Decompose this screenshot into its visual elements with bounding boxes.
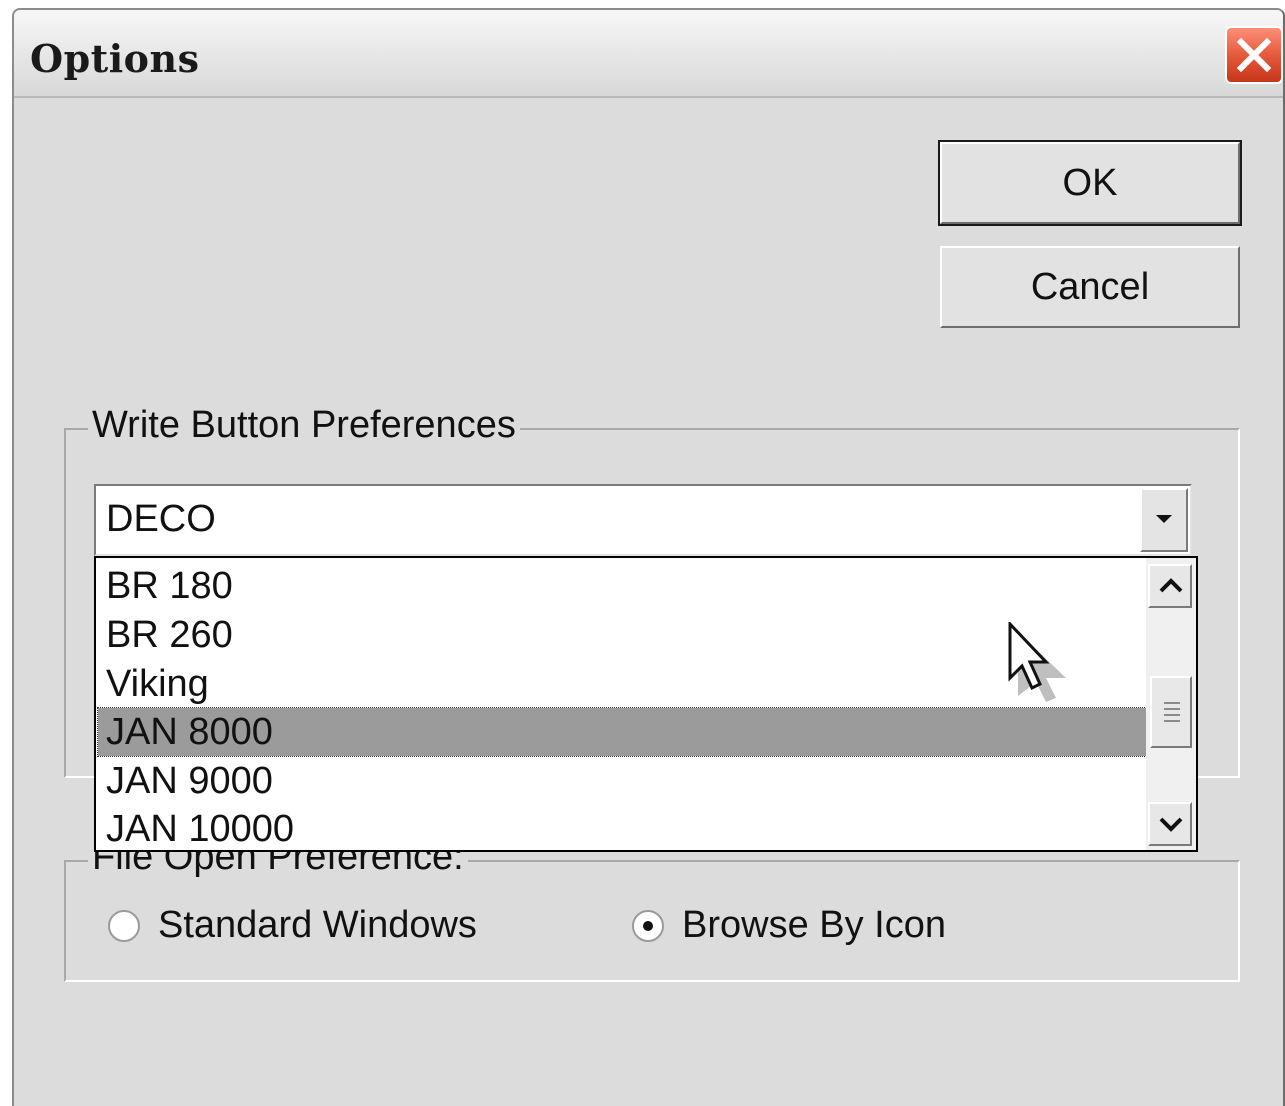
radio-standard-windows[interactable]: Standard Windows <box>108 904 477 947</box>
radio-browse-by-icon[interactable]: Browse By Icon <box>632 904 946 947</box>
close-button[interactable] <box>1225 26 1283 84</box>
scroll-thumb[interactable] <box>1150 676 1192 748</box>
radio-button-selected[interactable] <box>632 909 664 942</box>
dialog-content: OK Cancel Write Button Preferences DECO … <box>14 98 1283 1106</box>
options-dialog: Options OK Cancel Write Button Preferenc… <box>12 8 1285 1106</box>
dialog-title: Options <box>30 36 200 81</box>
combobox-dropdown-button[interactable] <box>1140 488 1188 552</box>
write-button-combobox[interactable]: DECO <box>94 484 1192 556</box>
ok-button[interactable]: OK <box>938 140 1242 226</box>
dropdown-scrollbar[interactable] <box>1146 558 1196 850</box>
mouse-pointer-icon <box>1008 622 1066 702</box>
list-item-jan-8000[interactable]: JAN 8000 <box>97 707 1155 757</box>
list-item-jan-10000[interactable]: JAN 10000 <box>102 805 1146 853</box>
grip-icon <box>1164 702 1180 722</box>
write-button-preferences-legend: Write Button Preferences <box>88 404 520 447</box>
title-bar[interactable]: Options <box>14 10 1283 98</box>
scroll-up-button[interactable] <box>1148 564 1192 608</box>
chevron-up-icon <box>1159 578 1183 593</box>
radio-dot <box>643 920 653 931</box>
write-button-dropdown-list[interactable]: BR 180 BR 260 Viking JAN 8000 JAN 9000 J… <box>94 556 1198 852</box>
close-icon <box>1237 38 1271 72</box>
list-item-viking[interactable]: Viking <box>102 660 1146 708</box>
list-item-br-260[interactable]: BR 260 <box>102 611 1146 659</box>
cancel-button[interactable]: Cancel <box>940 246 1240 328</box>
list-item-jan-9000[interactable]: JAN 9000 <box>102 757 1146 805</box>
combobox-selected-value: DECO <box>106 498 216 540</box>
radio-button-unselected[interactable] <box>108 909 140 942</box>
scroll-down-button[interactable] <box>1148 802 1192 846</box>
radio-browse-by-icon-label: Browse By Icon <box>682 904 946 946</box>
chevron-down-icon <box>1159 817 1183 832</box>
chevron-down-icon <box>1156 515 1172 523</box>
list-item-br-180[interactable]: BR 180 <box>102 562 1146 610</box>
radio-standard-windows-label: Standard Windows <box>158 904 477 946</box>
